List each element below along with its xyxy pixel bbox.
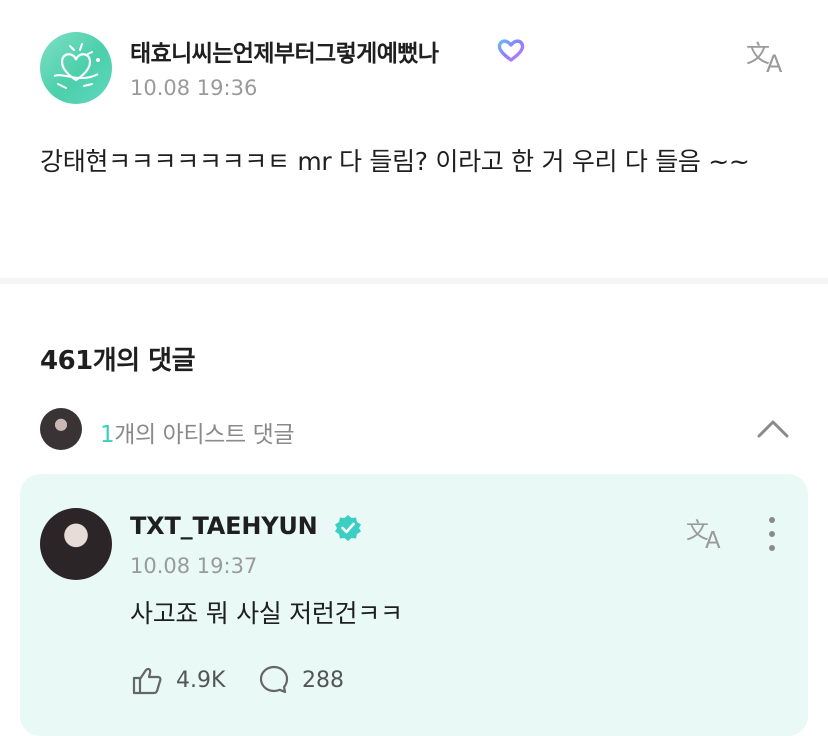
svg-text:A: A bbox=[705, 528, 721, 552]
post-body-text: 강태현ㅋㅋㅋㅋㅋㅋㅋㅌ mr 다 들림? 이라고 한 거 우리 다 들음 ~~ bbox=[40, 147, 750, 176]
verified-check-icon bbox=[335, 515, 361, 541]
artist-comments-label: 1개의 아티스트 댓글 bbox=[100, 415, 295, 449]
svg-text:A: A bbox=[766, 50, 783, 76]
section-divider bbox=[0, 278, 828, 284]
reply-count: 288 bbox=[302, 667, 344, 693]
artist-comments-toggle[interactable]: 1개의 아티스트 댓글 bbox=[40, 406, 800, 452]
translate-icon[interactable]: 文 A bbox=[684, 514, 728, 552]
artist-comment-timestamp: 10.08 19:37 bbox=[130, 554, 258, 578]
reply-button[interactable]: 288 bbox=[258, 664, 344, 696]
artist-mini-avatar bbox=[40, 408, 82, 450]
translate-icon[interactable]: 文 A bbox=[744, 36, 790, 76]
fan-heart-badge-icon bbox=[497, 39, 525, 62]
artist-comments-count: 1 bbox=[100, 422, 115, 448]
artist-avatar[interactable] bbox=[40, 508, 112, 580]
artist-comments-text: 개의 아티스트 댓글 bbox=[114, 422, 295, 448]
artist-comment-card: TXT_TAEHYUN 10.08 19:37 文 A 사고죠 뭐 사실 저런건… bbox=[20, 474, 808, 736]
like-hand-icon bbox=[132, 667, 162, 695]
like-button[interactable]: 4.9K bbox=[130, 664, 225, 696]
speech-bubble-icon bbox=[259, 665, 289, 694]
doodle-avatar-icon bbox=[53, 43, 100, 89]
chevron-up-icon[interactable] bbox=[756, 414, 790, 442]
post-timestamp: 10.08 19:36 bbox=[130, 76, 258, 100]
artist-name[interactable]: TXT_TAEHYUN bbox=[130, 512, 318, 540]
like-count: 4.9K bbox=[176, 667, 226, 693]
post-author-avatar[interactable] bbox=[40, 32, 112, 104]
artist-comment-text: 사고죠 뭐 사실 저런건ㅋㅋ bbox=[130, 599, 403, 628]
more-vertical-icon[interactable] bbox=[764, 516, 780, 552]
post: 태효니씨는언제부터그렇게예뻤나 10.08 19:36 文 A 강태현ㅋㅋㅋㅋㅋ… bbox=[0, 0, 828, 278]
comments-count: 461개의 댓글 bbox=[40, 346, 196, 376]
post-author-name[interactable]: 태효니씨는언제부터그렇게예뻤나 bbox=[130, 34, 439, 68]
